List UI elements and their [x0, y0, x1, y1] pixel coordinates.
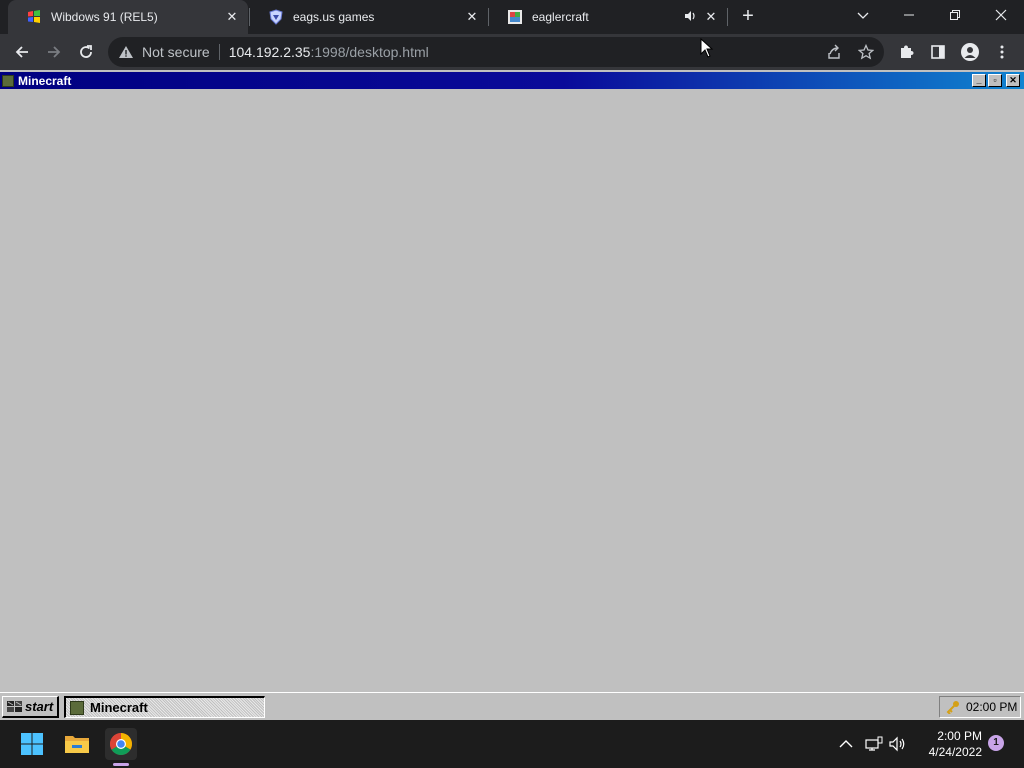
profile-button[interactable]: [958, 40, 982, 64]
chrome-icon: [110, 733, 132, 755]
tab-close-icon[interactable]: ✕: [464, 9, 480, 25]
reload-button[interactable]: [74, 40, 98, 64]
warning-icon[interactable]: [118, 44, 134, 60]
star-icon[interactable]: [858, 44, 874, 60]
window-minimize-button[interactable]: _: [972, 74, 986, 87]
windows-flag-icon: [28, 10, 40, 23]
address-bar[interactable]: Not secure 104.192.2.35:1998/desktop.htm…: [108, 37, 884, 67]
side-panel-icon: [931, 45, 945, 59]
notification-badge[interactable]: 1: [988, 735, 1004, 751]
minecraft-icon: [2, 74, 14, 87]
tab-title: Wibdows 91 (REL5): [51, 10, 158, 24]
url-text[interactable]: 104.192.2.35:1998/desktop.html: [229, 44, 429, 60]
extensions-button[interactable]: [894, 40, 918, 64]
speaker-icon[interactable]: [683, 9, 697, 23]
taskbar-item-minecraft[interactable]: Minecraft: [64, 696, 265, 718]
chrome-taskbar-button[interactable]: [105, 728, 137, 760]
start-label: start: [25, 699, 54, 714]
share-icon[interactable]: [826, 44, 842, 60]
omnibox-divider: [218, 44, 220, 60]
tab-separator: [727, 8, 728, 26]
network-button[interactable]: [864, 734, 884, 754]
tab-eags-games[interactable]: eags.us games ✕: [250, 0, 488, 34]
window-titlebar[interactable]: Minecraft _ ▫ ✕: [0, 72, 1024, 89]
more-vert-icon: [1000, 45, 1004, 59]
minimize-button[interactable]: [886, 0, 932, 30]
browser-toolbar: Not secure 104.192.2.35:1998/desktop.htm…: [0, 34, 1024, 70]
screen: Wibdows 91 (REL5) ✕ eags.us games ✕ eagl…: [0, 0, 1024, 768]
tab-title: eaglercraft: [532, 10, 589, 24]
arrow-right-icon: [48, 46, 61, 58]
close-window-button[interactable]: [978, 0, 1024, 30]
reload-icon: [80, 45, 92, 58]
minimize-icon: [904, 14, 914, 16]
start-logo-icon: [7, 700, 22, 712]
window-maximize-button[interactable]: ▫: [988, 74, 1002, 87]
page-content: Minecraft _ ▫ ✕ start Minecraft 02:00 PM: [0, 70, 1024, 720]
side-panel-button[interactable]: [926, 40, 950, 64]
file-explorer-icon: [65, 736, 89, 753]
volume-icon: [889, 736, 905, 752]
os-clock-time: 2:00 PM: [937, 729, 982, 743]
chevron-up-icon: [839, 740, 853, 748]
desktop-taskbar: start Minecraft 02:00 PM: [0, 692, 1024, 720]
active-app-indicator: [113, 763, 129, 766]
menu-button[interactable]: [990, 40, 1014, 64]
key-icon[interactable]: [946, 700, 960, 714]
tab-close-icon[interactable]: ✕: [224, 9, 240, 25]
tab-search-button[interactable]: [840, 0, 886, 30]
minecraft-icon: [70, 700, 84, 715]
forward-button[interactable]: [42, 40, 66, 64]
windows-start-button[interactable]: [16, 728, 48, 760]
chevron-down-icon: [857, 12, 869, 19]
restore-icon: [950, 10, 960, 20]
start-button[interactable]: start: [2, 696, 59, 718]
taskbar-item-label: Minecraft: [90, 700, 148, 715]
show-hidden-icons-button[interactable]: [836, 734, 856, 754]
file-explorer-button[interactable]: [61, 728, 93, 760]
desktop-system-tray: 02:00 PM: [939, 696, 1021, 718]
window-close-button[interactable]: ✕: [1006, 74, 1020, 87]
network-icon: [865, 736, 883, 751]
os-taskbar: 2:00 PM 4/24/2022: [0, 720, 1024, 768]
desktop-clock: 02:00 PM: [966, 700, 1018, 714]
tab-wibdows[interactable]: Wibdows 91 (REL5) ✕: [8, 0, 248, 34]
eaglercraft-icon: [508, 10, 522, 24]
shield-icon: [269, 9, 283, 25]
puzzle-icon: [901, 45, 914, 58]
new-tab-button[interactable]: +: [738, 6, 758, 26]
window-title: Minecraft: [18, 73, 72, 88]
tab-title: eags.us games: [293, 10, 375, 24]
os-clock[interactable]: 2:00 PM 4/24/2022: [912, 728, 982, 760]
security-label[interactable]: Not secure: [142, 44, 210, 60]
volume-button[interactable]: [888, 734, 908, 754]
tab-eaglercraft[interactable]: eaglercraft ✕: [489, 0, 727, 34]
tab-close-icon[interactable]: ✕: [703, 9, 719, 25]
back-button[interactable]: [10, 40, 34, 64]
arrow-left-icon: [15, 46, 28, 58]
account-icon: [961, 43, 979, 61]
close-icon: [995, 9, 1007, 21]
mouse-cursor-icon: [700, 38, 714, 58]
os-clock-date: 4/24/2022: [928, 745, 982, 759]
url-host: 104.192.2.35: [228, 44, 311, 60]
url-path: :1998/desktop.html: [310, 44, 429, 60]
tab-strip: Wibdows 91 (REL5) ✕ eags.us games ✕ eagl…: [0, 0, 1024, 34]
windows-start-icon: [21, 733, 43, 755]
window-body[interactable]: [0, 89, 1024, 691]
restore-button[interactable]: [932, 0, 978, 30]
